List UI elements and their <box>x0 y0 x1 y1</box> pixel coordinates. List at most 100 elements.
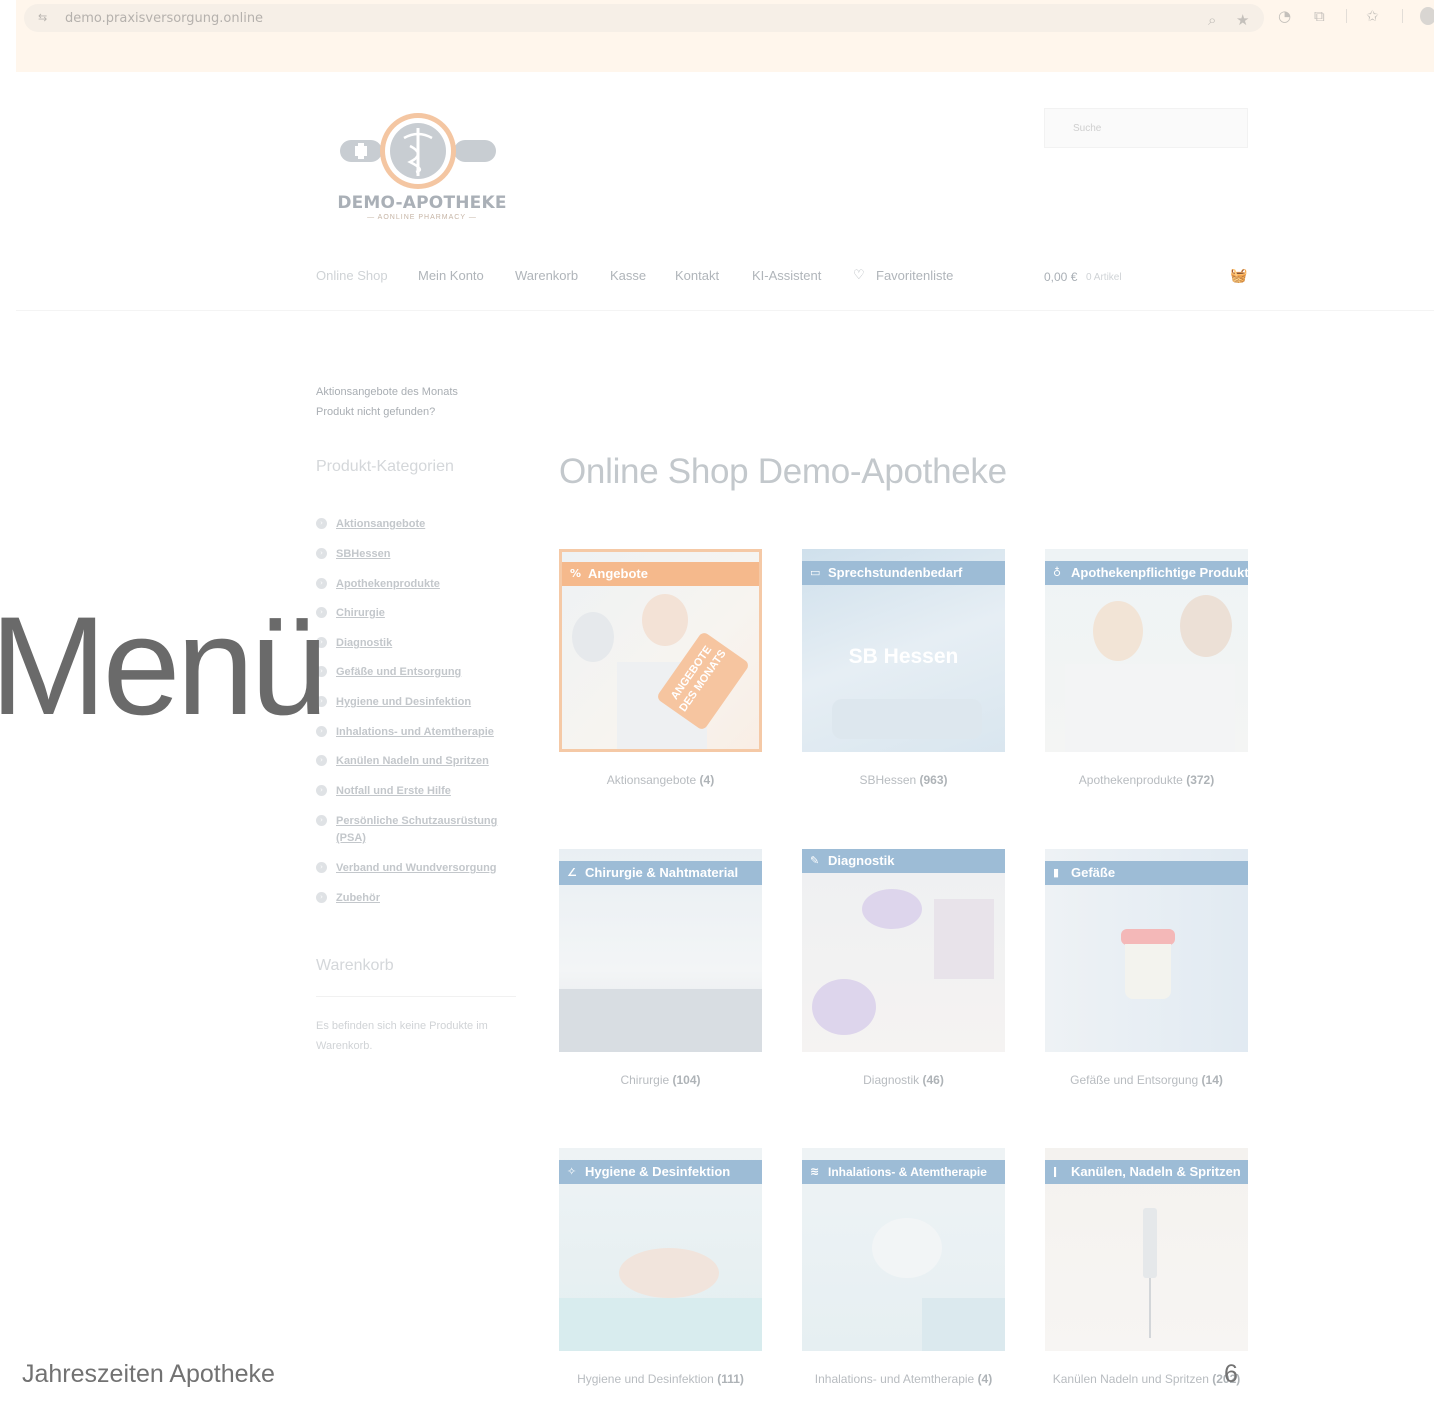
tile-banner: ♁ Apothekenpflichtige Produkte <box>1045 561 1248 585</box>
category-tile-inhalation[interactable]: ≋ Inhalations- & Atemtherapie <box>802 1148 1005 1351</box>
pharmacist-image <box>1093 601 1143 661</box>
category-tile-hygiene[interactable]: ✧ Hygiene & Desinfektion <box>559 1148 762 1351</box>
person-image <box>642 594 688 646</box>
chevron-right-icon: › <box>316 755 327 766</box>
tile-banner-label: Angebote <box>588 566 648 581</box>
sidebar-cart-heading: Warenkorb <box>316 957 394 974</box>
tile-caption[interactable]: Apothekenprodukte (372) <box>1045 772 1248 788</box>
categories-heading: Produkt-Kategorien <box>316 458 454 475</box>
address-bar[interactable]: ⇆ demo.praxisversorgung.online ⌕ ★ <box>24 4 1264 32</box>
tile-banner: ▮ Gefäße <box>1045 861 1248 885</box>
profile-avatar[interactable] <box>1420 7 1434 25</box>
category-tile-diagnostik[interactable]: ✎ Diagnostik <box>802 849 1005 1052</box>
category-link[interactable]: Apothekenprodukte <box>336 576 516 593</box>
glove-image <box>862 889 922 929</box>
chevron-right-icon: › <box>316 518 327 529</box>
tile-caption[interactable]: SBHessen (963) <box>802 772 1005 788</box>
category-tile-aktionsangebote[interactable]: % Angebote ANGEBOTE DES MONATS <box>559 549 762 752</box>
extension-icon[interactable]: ◔ <box>1278 7 1291 25</box>
reading-list-icon[interactable]: ✩ <box>1366 7 1379 25</box>
tile-caption-count: (111) <box>717 1372 744 1386</box>
syringe-image <box>1143 1208 1157 1278</box>
chevron-right-icon: › <box>316 548 327 559</box>
toolbar-separator <box>1402 9 1403 23</box>
category-tile-sbhessen[interactable]: ▭ Sprechstundenbedarf SB Hessen <box>802 549 1005 752</box>
category-tile-kanuelen[interactable]: ǀ Kanülen, Nadeln & Spritzen <box>1045 1148 1248 1351</box>
chevron-right-icon: › <box>316 785 327 796</box>
nav-ki-assistent[interactable]: KI-Assistent <box>752 268 821 283</box>
needle-icon: ǀ <box>1053 1165 1058 1178</box>
url-text[interactable]: demo.praxisversorgung.online <box>65 11 263 26</box>
person-image <box>572 612 614 662</box>
tile-caption-count: (4) <box>977 1372 993 1386</box>
page-title: Online Shop Demo-Apotheke <box>559 452 1007 491</box>
search-box[interactable] <box>1044 108 1248 148</box>
nav-mein-konto[interactable]: Mein Konto <box>418 268 484 283</box>
chevron-right-icon: › <box>316 892 327 903</box>
tile-caption-name: Hygiene und Desinfektion <box>577 1372 714 1386</box>
container-image <box>1125 944 1171 999</box>
instruments-image <box>559 989 762 1052</box>
tile-banner: % Angebote <box>562 562 759 586</box>
category-link[interactable]: Hygiene und Desinfektion <box>336 694 516 711</box>
category-link[interactable]: Aktionsangebote <box>336 516 516 533</box>
nav-online-shop[interactable]: Online Shop <box>316 268 388 283</box>
logo-text: DEMO-APOTHEKE <box>337 193 507 213</box>
tile-caption-count: (46) <box>922 1073 944 1087</box>
basket-icon[interactable]: 🧺 <box>1230 268 1247 284</box>
tile-caption-name: Chirurgie <box>620 1073 670 1087</box>
sidebar-link-aktionsangebote-des-monats[interactable]: Aktionsangebote des Monats <box>316 386 458 398</box>
tile-banner-label: Gefäße <box>1071 865 1116 880</box>
tile-caption[interactable]: Aktionsangebote (4) <box>559 772 762 788</box>
browser-toolbar: ⇆ demo.praxisversorgung.online ⌕ ★ ◔ ⧉ ✩ <box>16 0 1434 72</box>
category-link[interactable]: Notfall und Erste Hilfe <box>336 783 516 800</box>
tile-caption[interactable]: Chirurgie (104) <box>559 1072 762 1088</box>
category-tile-apothekenprodukte[interactable]: ♁ Apothekenpflichtige Produkte <box>1045 549 1248 752</box>
tile-caption-name: Kanülen Nadeln und Spritzen <box>1052 1372 1209 1386</box>
sidebar-divider <box>316 996 516 997</box>
tile-caption[interactable]: Diagnostik (46) <box>802 1072 1005 1088</box>
category-link[interactable]: Gefäße und Entsorgung <box>336 664 516 681</box>
category-link[interactable]: Verband und Wundversorgung <box>336 860 516 877</box>
category-link[interactable]: Diagnostik <box>336 635 516 652</box>
caduceus-logo-icon <box>340 113 496 189</box>
slide-footer-title: Jahreszeiten Apotheke <box>22 1360 275 1388</box>
category-tile-gefaesse[interactable]: ▮ Gefäße <box>1045 849 1248 1052</box>
airflow-icon: ≋ <box>810 1165 820 1178</box>
site-settings-icon[interactable]: ⇆ <box>38 12 52 24</box>
tile-banner: ▭ Sprechstundenbedarf <box>802 561 1005 585</box>
slide-page-number: 6 <box>1224 1360 1238 1388</box>
tile-center-text: SB Hessen <box>848 645 959 668</box>
hands-image <box>619 1248 719 1298</box>
category-link[interactable]: Persönliche Schutzausrüstung (PSA) <box>336 813 516 847</box>
nav-kasse[interactable]: Kasse <box>610 268 646 283</box>
nav-warenkorb[interactable]: Warenkorb <box>515 268 578 283</box>
nav-kontakt[interactable]: Kontakt <box>675 268 719 283</box>
tile-caption[interactable]: Hygiene und Desinfektion (111) <box>559 1371 762 1387</box>
pharmacy-icon: ♁ <box>1053 566 1062 579</box>
tile-caption[interactable]: Kanülen Nadeln und Spritzen (202) <box>1045 1371 1248 1387</box>
zoom-icon[interactable]: ⌕ <box>1208 11 1216 29</box>
category-tile-chirurgie[interactable]: ∠ Chirurgie & Nahtmaterial <box>559 849 762 1052</box>
category-link[interactable]: Chirurgie <box>336 605 516 622</box>
tile-caption[interactable]: Gefäße und Entsorgung (14) <box>1045 1072 1248 1088</box>
search-input[interactable] <box>1045 109 1247 147</box>
category-link[interactable]: Inhalations- und Atemtherapie <box>336 724 516 741</box>
tile-banner: ∠ Chirurgie & Nahtmaterial <box>559 861 762 885</box>
slide-title-menu: Menü <box>0 587 328 744</box>
cart-empty-message: Es befinden sich keine Produkte im Waren… <box>316 1020 488 1052</box>
nav-favoritenliste[interactable]: Favoritenliste <box>876 268 953 283</box>
toolbar-separator <box>1346 9 1347 23</box>
bookmark-star-icon[interactable]: ★ <box>1236 11 1249 29</box>
tile-banner-label: Sprechstundenbedarf <box>828 565 963 580</box>
tile-banner-label: Apothekenpflichtige Produkte <box>1071 565 1248 580</box>
header-cart-count[interactable]: 0 Artikel <box>1086 272 1122 283</box>
site-logo[interactable]: DEMO-APOTHEKE — AONLINE PHARMACY — <box>336 110 508 228</box>
tile-caption[interactable]: Inhalations- und Atemtherapie (4) <box>802 1371 1005 1387</box>
category-link[interactable]: Kanülen Nadeln und Spritzen <box>336 753 516 770</box>
extensions-puzzle-icon[interactable]: ⧉ <box>1314 7 1325 25</box>
category-link[interactable]: Zubehör <box>336 890 516 907</box>
category-link[interactable]: SBHessen <box>336 546 516 563</box>
sidebar-link-produkt-nicht-gefunden[interactable]: Produkt nicht gefunden? <box>316 406 435 418</box>
header-cart-total[interactable]: 0,00 € <box>1044 270 1077 284</box>
